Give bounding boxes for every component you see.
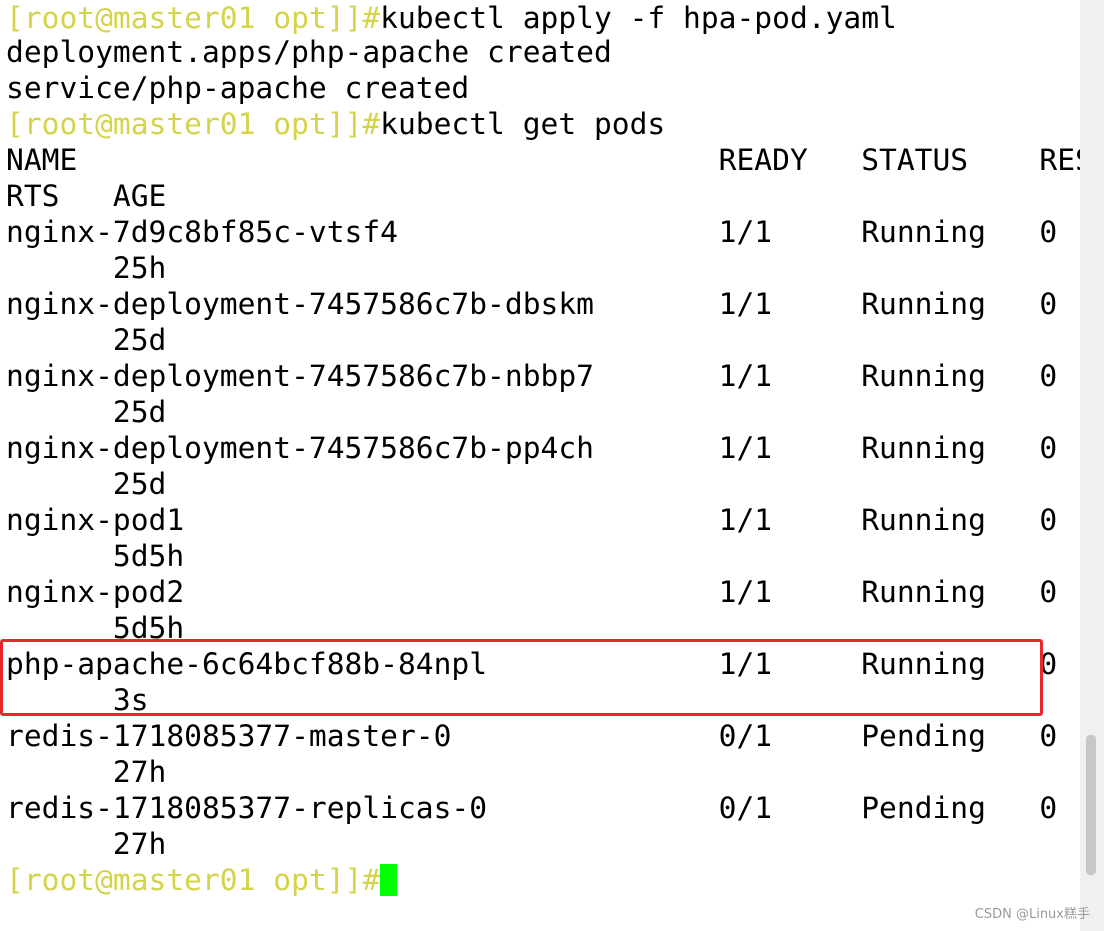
pod-row-age: 5d5h xyxy=(6,539,185,573)
shell-prompt: [root@master01 opt]]# xyxy=(6,863,381,897)
pod-row-age: 25d xyxy=(6,395,167,429)
watermark: CSDN @Linux糕手 xyxy=(974,907,1090,922)
output-line: service/php-apache created xyxy=(6,71,470,105)
terminal-window[interactable]: [root@master01 opt]]#kubectl apply -f hp… xyxy=(0,0,1080,931)
table-header: NAME READY STATUS RESTA xyxy=(6,143,1080,177)
pod-row-age: 27h xyxy=(6,755,167,789)
pod-row: nginx-pod2 1/1 Running 0 xyxy=(6,575,1058,609)
pod-row: nginx-deployment-7457586c7b-pp4ch 1/1 Ru… xyxy=(6,431,1058,465)
command-line-get-pods: [root@master01 opt]]#kubectl get pods xyxy=(6,106,665,142)
pod-row: nginx-pod1 1/1 Running 0 xyxy=(6,503,1058,537)
pod-row-age: 25d xyxy=(6,467,167,501)
text-cursor xyxy=(380,864,398,896)
pod-row-age: 3s xyxy=(6,683,149,717)
pod-row: nginx-deployment-7457586c7b-dbskm 1/1 Ru… xyxy=(6,287,1058,321)
shell-prompt: [root@master01 opt]]# xyxy=(6,1,381,35)
pod-row: nginx-deployment-7457586c7b-nbbp7 1/1 Ru… xyxy=(6,359,1058,393)
pod-row-highlighted: php-apache-6c64bcf88b-84npl 1/1 Running … xyxy=(6,647,1058,681)
pod-row: redis-1718085377-master-0 0/1 Pending 0 xyxy=(6,719,1058,753)
pod-row: redis-1718085377-replicas-0 0/1 Pending … xyxy=(6,791,1058,825)
pod-row-age: 25d xyxy=(6,323,167,357)
current-prompt-line[interactable]: [root@master01 opt]]# xyxy=(6,862,398,898)
output-line: deployment.apps/php-apache created xyxy=(6,35,612,69)
pod-row-age: 25h xyxy=(6,251,167,285)
pod-row: nginx-7d9c8bf85c-vtsf4 1/1 Running 0 xyxy=(6,215,1058,249)
shell-prompt: [root@master01 opt]]# xyxy=(6,107,381,141)
scrollbar-thumb[interactable] xyxy=(1086,735,1096,875)
pod-row-age: 5d5h xyxy=(6,611,185,645)
command-text: kubectl get pods xyxy=(380,107,666,141)
command-text: kubectl apply -f hpa-pod.yaml xyxy=(380,1,897,35)
table-header-wrap: RTS AGE xyxy=(6,179,167,213)
command-line-apply: [root@master01 opt]]#kubectl apply -f hp… xyxy=(6,0,897,36)
pod-row-age: 27h xyxy=(6,827,167,861)
